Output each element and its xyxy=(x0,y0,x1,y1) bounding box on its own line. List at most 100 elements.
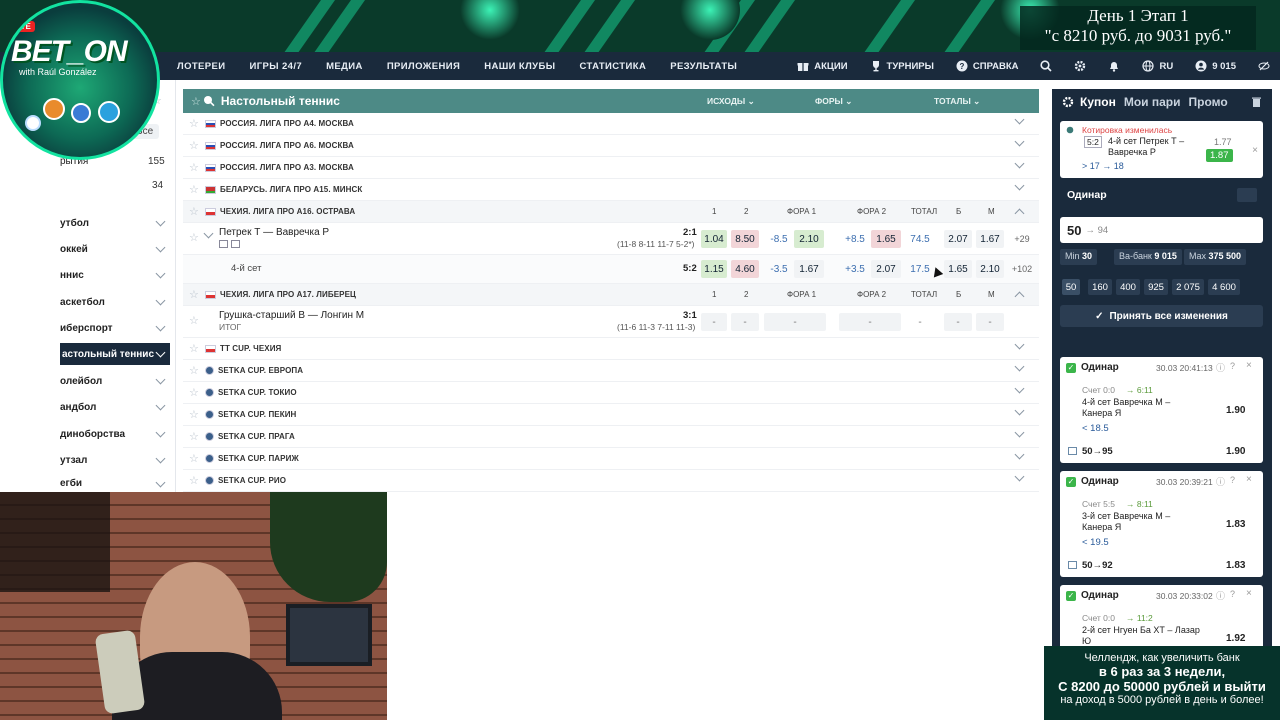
favorite-star-icon[interactable]: ☆ xyxy=(191,95,201,108)
sidebar-item-rugby[interactable]: егби xyxy=(60,475,170,492)
quick-stake-chip[interactable]: 2 075 xyxy=(1172,279,1204,295)
league-row[interactable]: ☆ SETKA CUP. ЕВРОПА xyxy=(183,360,1039,382)
league-row[interactable]: ☆ SETKA CUP. ПАРИЖ xyxy=(183,448,1039,470)
more-markets[interactable]: +102 xyxy=(1009,260,1035,278)
sidebar-item-tennis[interactable]: ннис xyxy=(60,264,170,286)
sidebar-item-volleyball[interactable]: олейбол xyxy=(60,370,170,392)
star-icon[interactable]: ☆ xyxy=(189,314,199,327)
trash-icon[interactable] xyxy=(1251,96,1262,108)
sidebar-item-esports[interactable]: иберспорт xyxy=(60,317,170,339)
star-icon[interactable]: ☆ xyxy=(189,430,199,443)
quick-stake-chip[interactable]: 4 600 xyxy=(1208,279,1240,295)
league-row-expanded[interactable]: ☆ ЧЕХИЯ. ЛИГА ПРО А16. ОСТРАВА 1 2 ФОРА … xyxy=(183,201,1039,223)
help-icon[interactable]: ? xyxy=(1230,475,1235,485)
league-row[interactable]: ☆ РОССИЯ. ЛИГА ПРО А4. МОСКВА xyxy=(183,113,1039,135)
nav-lotteries[interactable]: ЛОТЕРЕИ xyxy=(177,61,226,72)
odd-w1[interactable]: 1.15 xyxy=(701,260,727,278)
star-icon[interactable]: ☆ xyxy=(189,474,199,487)
tab-promo[interactable]: Промо xyxy=(1189,95,1228,109)
hide-balance-button[interactable] xyxy=(1258,60,1270,72)
league-row-expanded[interactable]: ☆ ЧЕХИЯ. ЛИГА ПРО А17. ЛИБЕРЕЦ 1 2 ФОРА … xyxy=(183,284,1039,306)
odd-over[interactable]: 1.65 xyxy=(944,260,972,278)
star-icon[interactable]: ☆ xyxy=(189,386,199,399)
league-row[interactable]: ☆ РОССИЯ. ЛИГА ПРО А6. МОСКВА xyxy=(183,135,1039,157)
bet-type[interactable]: Одинар xyxy=(1060,185,1263,205)
chevron-down-icon[interactable] xyxy=(203,228,214,239)
sidebar-item-table-tennis[interactable]: астольный теннис xyxy=(60,343,170,365)
sidebar-item-football[interactable]: утбол xyxy=(60,212,170,234)
star-icon[interactable]: ☆ xyxy=(189,205,199,218)
close-icon[interactable]: × xyxy=(1246,474,1252,485)
nav-games[interactable]: ИГРЫ 24/7 xyxy=(250,61,303,72)
stats-icon[interactable] xyxy=(219,240,228,248)
odd-handicap-2[interactable]: 2.07 xyxy=(871,260,901,278)
league-row[interactable]: ☆ SETKA CUP. РИО xyxy=(183,470,1039,492)
filter-outcomes[interactable]: ИСХОДЫ ⌄ xyxy=(707,96,755,107)
gear-icon[interactable] xyxy=(1062,96,1074,108)
nav-statistics[interactable]: СТАТИСТИКА xyxy=(579,61,646,72)
league-row[interactable]: ☆ SETKA CUP. ПРАГА xyxy=(183,426,1039,448)
settings-button[interactable] xyxy=(1074,60,1086,72)
match-row[interactable]: ☆ Грушка-старший В — Лонгин М ИТОГ 3:1 (… xyxy=(183,306,1039,338)
max-chip[interactable]: Max 375 500 xyxy=(1184,249,1247,265)
nav-promo[interactable]: АКЦИИ xyxy=(797,60,848,72)
odd-under[interactable]: 2.10 xyxy=(976,260,1004,278)
more-markets[interactable]: +29 xyxy=(1009,230,1035,248)
sidebar-item-basketball[interactable]: аскетбол xyxy=(60,291,170,313)
star-icon[interactable]: ☆ xyxy=(189,408,199,421)
league-row[interactable]: ☆ SETKA CUP. ТОКИО xyxy=(183,382,1039,404)
odd-over[interactable]: 2.07 xyxy=(944,230,972,248)
nav-media[interactable]: МЕДИА xyxy=(326,61,363,72)
star-icon[interactable]: ☆ xyxy=(189,161,199,174)
quick-stake-chip[interactable]: 160 xyxy=(1088,279,1112,295)
league-row[interactable]: ☆ БЕЛАРУСЬ. ЛИГА ПРО А15. МИНСК xyxy=(183,179,1039,201)
language-selector[interactable]: RU xyxy=(1142,60,1173,72)
match-subrow-set[interactable]: 4-й сет 5:2 1.15 4.60 -3.5 1.67 +3.5 2.0… xyxy=(183,255,1039,284)
nav-results[interactable]: РЕЗУЛЬТАТЫ xyxy=(670,61,737,72)
nav-clubs[interactable]: НАШИ КЛУБЫ xyxy=(484,61,555,72)
league-row[interactable]: ☆ TT CUP. ЧЕХИЯ xyxy=(183,338,1039,360)
info-icon[interactable]: ⓘ xyxy=(1216,475,1225,488)
odd-handicap-2[interactable]: 1.65 xyxy=(871,230,901,248)
close-icon[interactable]: × xyxy=(1246,360,1252,371)
search-button[interactable] xyxy=(1040,60,1053,72)
star-icon[interactable]: ☆ xyxy=(189,364,199,377)
tab-my-bets[interactable]: Мои пари xyxy=(1124,95,1181,109)
close-icon[interactable]: × xyxy=(1246,588,1252,599)
help-icon[interactable]: ? xyxy=(1230,361,1235,371)
star-icon[interactable]: ☆ xyxy=(189,452,199,465)
star-icon[interactable]: ☆ xyxy=(189,342,199,355)
odd-w2[interactable]: 4.60 xyxy=(731,260,759,278)
match-teams[interactable]: Грушка-старший В — Лонгин М xyxy=(219,310,364,321)
nav-help[interactable]: ? СПРАВКА xyxy=(956,60,1018,72)
info-icon[interactable]: ⓘ xyxy=(1216,361,1225,374)
star-icon[interactable]: ☆ xyxy=(189,231,199,244)
quick-stake-chip[interactable]: 50 xyxy=(1062,279,1080,295)
star-icon[interactable]: ☆ xyxy=(189,183,199,196)
sidebar-item-hockey[interactable]: оккей xyxy=(60,238,170,260)
scoreboard-icon[interactable] xyxy=(231,240,240,248)
odd-handicap-1[interactable]: 2.10 xyxy=(794,230,824,248)
bet-history-card[interactable]: ✓ Одинар 30.03 20:39:21 ⓘ ? × Счет 5:5 →… xyxy=(1060,471,1263,577)
league-row[interactable]: ☆ SETKA CUP. ПЕКИН xyxy=(183,404,1039,426)
star-icon[interactable]: ☆ xyxy=(189,288,199,301)
filter-handicaps[interactable]: ФОРЫ ⌄ xyxy=(815,96,852,107)
league-row[interactable]: ☆ РОССИЯ. ЛИГА ПРО А3. МОСКВА xyxy=(183,157,1039,179)
match-row[interactable]: ☆ Петрек Т — Вавречка Р 2:1 (11-8 8-11 1… xyxy=(183,223,1039,255)
close-icon[interactable]: × xyxy=(1252,145,1258,156)
all-in-chip[interactable]: Ва-банк 9 015 xyxy=(1114,249,1182,265)
odd-w2[interactable]: 8.50 xyxy=(731,230,759,248)
bet-history-card[interactable]: ✓ Одинар 30.03 20:41:13 ⓘ ? × Счет 0:0 →… xyxy=(1060,357,1263,463)
notifications-button[interactable] xyxy=(1108,60,1120,72)
info-icon[interactable]: ⓘ xyxy=(1216,589,1225,602)
odd-handicap-1[interactable]: 1.67 xyxy=(794,260,824,278)
tab-coupon[interactable]: Купон xyxy=(1080,95,1116,109)
bet-type-toggle-icon[interactable] xyxy=(1237,188,1257,202)
account-balance[interactable]: 9 015 xyxy=(1195,60,1236,72)
odd-under[interactable]: 1.67 xyxy=(976,230,1004,248)
nav-apps[interactable]: ПРИЛОЖЕНИЯ xyxy=(387,61,460,72)
min-chip[interactable]: Min 30 xyxy=(1060,249,1098,265)
help-icon[interactable]: ? xyxy=(1230,589,1235,599)
quick-stake-chip[interactable]: 400 xyxy=(1116,279,1140,295)
quick-stake-chip[interactable]: 925 xyxy=(1144,279,1168,295)
